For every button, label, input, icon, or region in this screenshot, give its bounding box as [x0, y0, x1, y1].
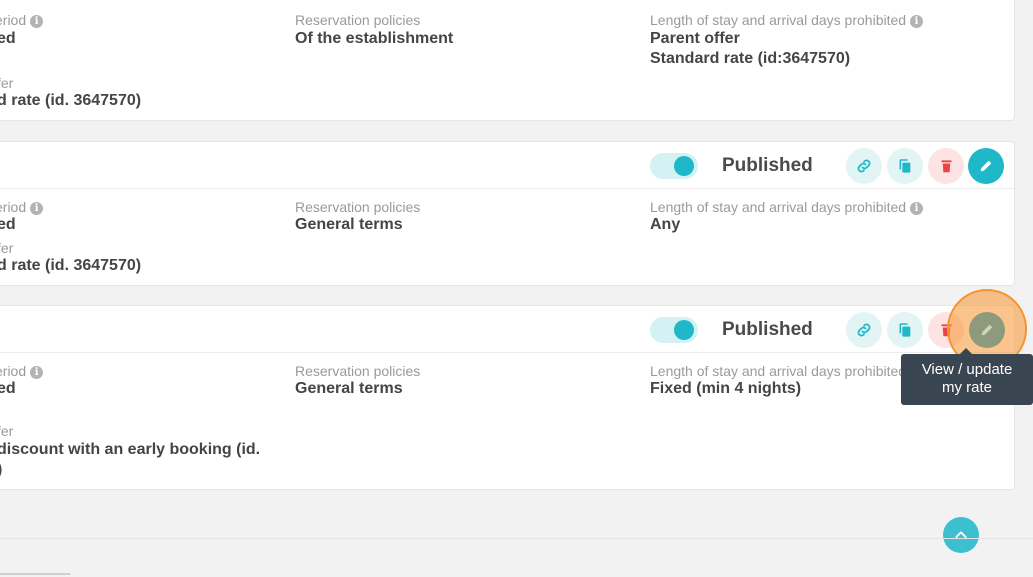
offer-value: d rate (id. 3647570)	[0, 257, 142, 274]
policy-label: Reservation policies	[295, 12, 421, 28]
policy-value: Of the establishment	[295, 30, 454, 47]
status-label: Published	[722, 155, 813, 176]
link-button[interactable]	[846, 148, 882, 184]
info-icon[interactable]: i	[910, 15, 924, 28]
period-label: eriodi	[0, 363, 44, 379]
tooltip-arrow	[960, 348, 972, 354]
card-divider	[0, 352, 1014, 353]
offer-value: discount with an early booking (id.	[0, 441, 261, 458]
toggle-knob	[674, 156, 694, 176]
rate-card-3: Published eriodi ed fer discount with an…	[0, 305, 1015, 490]
edit-tooltip: View / update my rate	[901, 348, 1033, 405]
footer-divider	[0, 538, 1033, 539]
pencil-icon	[980, 160, 992, 172]
los-label: Length of stay and arrival days prohibit…	[650, 12, 924, 28]
offer-label: fer	[0, 75, 14, 91]
offer-label: fer	[0, 423, 14, 439]
tooltip-line-2: my rate	[941, 379, 992, 396]
chevron-up-icon	[955, 531, 967, 538]
link-icon	[857, 159, 871, 173]
copy-icon	[899, 159, 911, 173]
info-icon[interactable]: i	[30, 15, 44, 28]
copy-icon	[899, 323, 911, 337]
duplicate-button[interactable]	[887, 148, 923, 184]
delete-button[interactable]	[928, 148, 964, 184]
toggle-knob	[674, 320, 694, 340]
offer-label: fer	[0, 240, 14, 256]
publish-toggle[interactable]	[650, 153, 698, 179]
los-label: Length of stay and arrival days prohibit…	[650, 199, 924, 215]
los-value: Parent offer	[650, 30, 740, 47]
info-icon[interactable]: i	[30, 202, 44, 215]
scroll-to-top-button[interactable]	[943, 517, 979, 553]
info-icon[interactable]: i	[910, 202, 924, 215]
period-label: eriodi	[0, 199, 44, 215]
info-icon[interactable]: i	[30, 366, 44, 379]
offer-value: d rate (id. 3647570)	[0, 92, 142, 109]
policy-value: General terms	[295, 380, 403, 397]
period-value: ed	[0, 216, 16, 233]
offer-value-secondary: )	[0, 460, 2, 480]
link-icon	[857, 323, 871, 337]
los-value: Fixed (min 4 nights)	[650, 380, 802, 397]
policy-value: General terms	[295, 216, 403, 233]
edit-button[interactable]	[968, 148, 1004, 184]
los-value: Any	[650, 216, 681, 233]
los-value-secondary: Standard rate (id:3647570)	[650, 50, 851, 67]
trash-icon	[941, 160, 951, 173]
edit-button-highlighted[interactable]	[969, 312, 1005, 348]
period-value: ed	[0, 380, 16, 397]
los-label: Length of stay and arrival days prohibit…	[650, 363, 907, 379]
rate-card-1: eriodi ed fer d rate (id. 3647570) Reser…	[0, 0, 1015, 121]
period-value: ed	[0, 30, 16, 47]
duplicate-button[interactable]	[887, 312, 923, 348]
publish-toggle[interactable]	[650, 317, 698, 343]
period-label: eriodi	[0, 12, 44, 28]
policy-label: Reservation policies	[295, 199, 421, 215]
policy-label: Reservation policies	[295, 363, 421, 379]
tooltip-line-1: View / update	[921, 361, 1013, 378]
footer-fragment	[0, 568, 80, 577]
status-label: Published	[722, 319, 813, 340]
link-button[interactable]	[846, 312, 882, 348]
pencil-icon	[981, 324, 993, 336]
rate-card-2: Published eriodi ed fer d rate (id. 3647…	[0, 141, 1015, 286]
card-divider	[0, 188, 1014, 189]
